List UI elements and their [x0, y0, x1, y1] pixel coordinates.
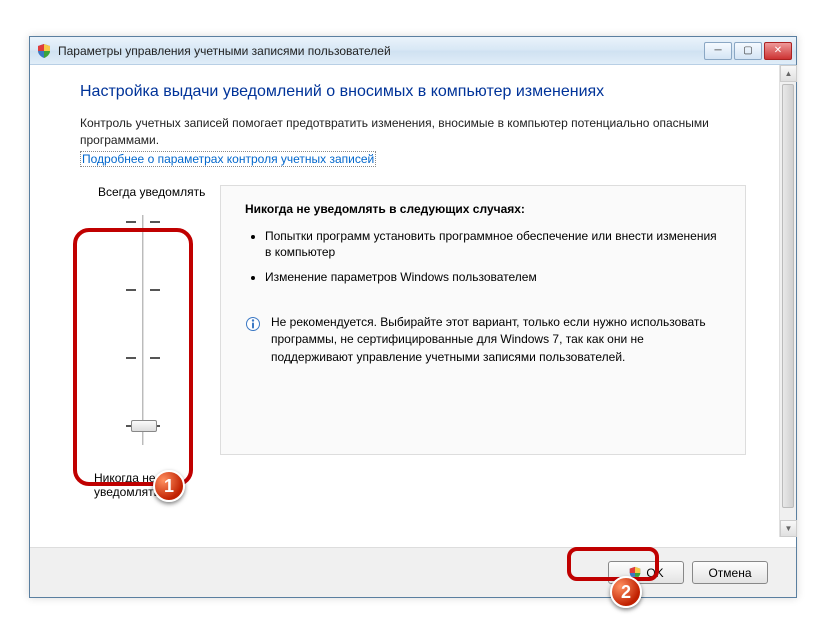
slider-bottom-label: Никогда не уведомлять	[94, 471, 210, 499]
description-text: Контроль учетных записей помогает предот…	[80, 115, 746, 149]
shield-icon	[36, 43, 52, 59]
info-text: Не рекомендуется. Выбирайте этот вариант…	[271, 314, 725, 366]
vertical-scrollbar[interactable]: ▲ ▼	[779, 65, 796, 537]
slider-top-label: Всегда уведомлять	[98, 185, 210, 199]
page-heading: Настройка выдачи уведомлений о вносимых …	[80, 83, 746, 101]
ok-button[interactable]: OK	[608, 561, 684, 584]
maximize-button[interactable]: ▢	[734, 42, 762, 60]
minimize-button[interactable]: ─	[704, 42, 732, 60]
detail-item: Изменение параметров Windows пользовател…	[265, 269, 725, 286]
cancel-button-label: Отмена	[708, 566, 751, 580]
detail-title: Никогда не уведомлять в следующих случая…	[245, 202, 725, 216]
window-title: Параметры управления учетными записями п…	[58, 44, 704, 58]
content-area: Настройка выдачи уведомлений о вносимых …	[30, 65, 796, 537]
dialog-footer: OK Отмена	[30, 547, 796, 597]
detail-panel: Никогда не уведомлять в следующих случая…	[220, 185, 746, 455]
info-icon	[245, 316, 261, 332]
scroll-up-button[interactable]: ▲	[780, 65, 797, 82]
ok-button-label: OK	[646, 566, 663, 580]
scroll-down-button[interactable]: ▼	[780, 520, 797, 537]
cancel-button[interactable]: Отмена	[692, 561, 768, 584]
uac-settings-window: Параметры управления учетными записями п…	[29, 36, 797, 598]
scrollbar-thumb[interactable]	[782, 84, 794, 508]
titlebar[interactable]: Параметры управления учетными записями п…	[30, 37, 796, 65]
uac-slider[interactable]	[114, 205, 174, 465]
close-button[interactable]: ✕	[764, 42, 792, 60]
detail-item: Попытки программ установить программное …	[265, 228, 725, 262]
learn-more-link[interactable]: Подробнее о параметрах контроля учетных …	[80, 151, 376, 167]
shield-icon	[628, 566, 642, 580]
slider-thumb[interactable]	[131, 420, 157, 432]
